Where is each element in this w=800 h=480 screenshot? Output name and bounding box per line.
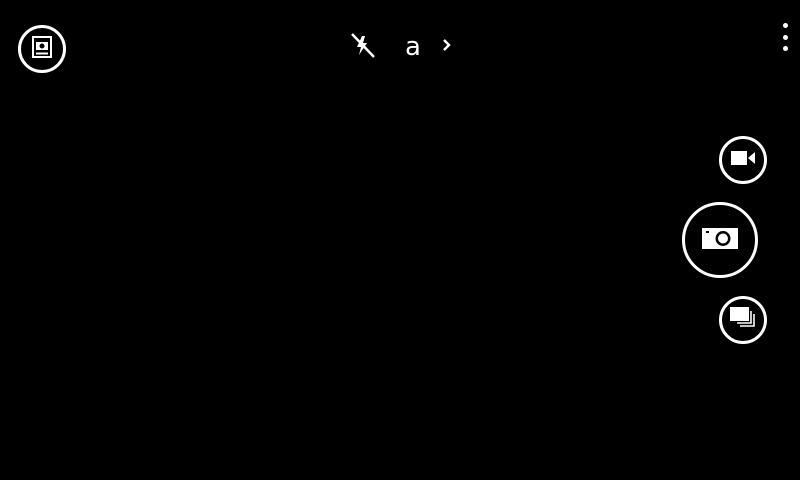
video-camera-icon — [730, 150, 756, 170]
gallery-button[interactable] — [719, 296, 767, 344]
mode-chevron[interactable] — [437, 30, 457, 64]
shutter-button[interactable] — [682, 202, 758, 278]
chevron-right-icon — [441, 37, 453, 57]
gallery-icon — [729, 306, 757, 334]
top-controls: a — [345, 28, 457, 66]
flash-toggle-button[interactable] — [345, 30, 379, 64]
more-vert-icon — [782, 23, 788, 28]
overflow-menu-button[interactable] — [773, 20, 797, 54]
switch-camera-icon — [31, 36, 53, 62]
camera-icon — [701, 226, 739, 254]
flash-off-icon — [347, 30, 377, 64]
mode-label[interactable]: a — [405, 30, 421, 64]
video-mode-button[interactable] — [719, 136, 767, 184]
more-vert-icon-dot — [782, 46, 788, 51]
camera-viewfinder[interactable]: a — [0, 0, 800, 480]
switch-camera-button[interactable] — [18, 25, 66, 73]
more-vert-icon-dot — [782, 34, 788, 40]
